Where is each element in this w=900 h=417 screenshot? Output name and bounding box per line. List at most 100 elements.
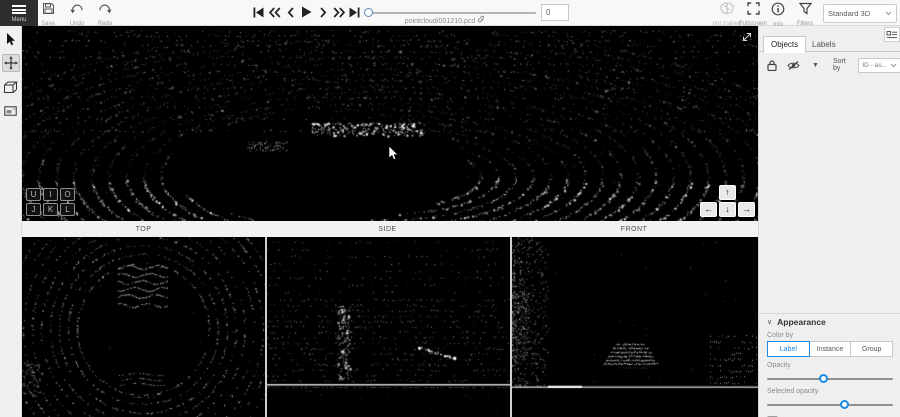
main-3d-view[interactable]: U I O J K L ↑ ← ↓ → [22,26,758,221]
step-backward-icon [287,7,295,18]
select-tool-button[interactable] [2,30,20,48]
step-backward-button[interactable] [284,4,297,20]
key-l-button[interactable]: L [60,203,75,216]
fast-backward-button[interactable] [268,4,281,20]
top-view-label: TOP [22,221,265,237]
fullscreen-icon [747,2,760,20]
selected-opacity-slider[interactable] [767,400,893,409]
pan-right-button[interactable]: → [738,202,755,217]
main-3d-canvas[interactable] [22,26,758,221]
color-by-label: Color by [767,332,893,339]
key-k-button[interactable]: K [43,203,58,216]
key-o-button[interactable]: O [60,188,75,201]
step-forward-icon [319,7,327,18]
undo-button[interactable]: Undo [62,2,92,27]
appearance-section: ∨ Appearance Color by Label Instance Gro… [759,313,900,417]
rotation-keypad: U I O J K L [26,188,75,216]
key-i-button[interactable]: I [43,188,58,201]
front-view-label: FRONT [510,221,758,237]
move-tool-icon [4,56,18,70]
fast-forward-button[interactable] [332,4,345,20]
play-button[interactable] [300,4,313,20]
chevron-down-icon [885,11,892,16]
selected-opacity-label: Selected opacity [767,388,893,395]
color-by-group-button[interactable]: Group [851,341,893,357]
color-by-instance-button[interactable]: Instance [810,341,852,357]
appearance-title: Appearance [777,317,826,327]
selected-opacity-slider-handle[interactable] [840,400,849,409]
attachment-icon [477,15,485,24]
move-tool-button[interactable] [2,54,20,72]
save-label: Save [41,21,55,27]
select-tool-icon [5,32,16,46]
key-j-button[interactable]: J [26,203,41,216]
ml-status-label: not trained [713,21,741,27]
eye-off-icon [787,60,800,71]
save-icon [42,2,55,20]
skip-start-button[interactable] [252,4,265,20]
tab-objects[interactable]: Objects [763,36,806,53]
info-icon [771,2,785,21]
timeline-slider[interactable] [368,12,536,14]
filename: pointcloud/001210.pcd [360,15,530,25]
sort-by-label: Sort by [833,58,854,72]
menu-icon [12,3,26,15]
key-u-button[interactable]: U [26,188,41,201]
sort-select-value: ID - as... [862,62,890,69]
undo-label: Undo [70,21,84,27]
hide-all-button[interactable] [787,60,800,71]
side-view-canvas[interactable] [267,237,510,417]
top-toolbar: Menu Save Undo Redo pointcloud/001210.pc… [0,0,900,26]
pan-left-button[interactable]: ← [700,202,717,217]
frame-number-input[interactable] [541,4,569,21]
pan-down-button[interactable]: ↓ [719,202,736,217]
info-button[interactable]: Info [763,2,793,28]
skip-end-icon [349,7,360,18]
top-view-canvas[interactable] [22,237,265,417]
cursor-icon [388,146,400,167]
cuboid-tool-icon [3,81,18,94]
side-view-label: SIDE [265,221,510,237]
opacity-label: Opacity [767,362,893,369]
save-button[interactable]: Save [33,2,63,27]
opacity-slider-handle[interactable] [819,374,828,383]
redo-label: Redo [98,21,112,27]
brain-icon [719,2,735,20]
info-label: Info [773,22,783,28]
pan-arrow-pad: ↑ ← ↓ → [700,183,755,217]
front-view-canvas[interactable] [512,237,758,417]
left-tool-sidebar [0,26,22,417]
panel-tabs: Objects Labels [759,36,900,52]
opacity-slider[interactable] [767,374,893,383]
view-mode-value: Standard 3D [828,9,885,18]
lock-all-button[interactable] [767,60,777,71]
filters-label: Filters [797,21,813,27]
sort-select[interactable]: ID - as... [858,58,900,73]
skip-start-icon [253,7,264,18]
objects-toolbar: ▼ Sort by ID - as... [759,56,900,74]
appearance-header[interactable]: ∨ Appearance [767,317,893,327]
ortho-view-labels: TOP SIDE FRONT [22,221,758,237]
filter-icon [799,2,812,20]
image-overlay-tool-button[interactable] [2,102,20,120]
collapse-chevron-icon: ∨ [767,318,772,326]
expand-icon [741,31,753,43]
tab-labels[interactable]: Labels [805,36,843,52]
filters-button[interactable]: Filters [790,2,820,27]
step-forward-button[interactable] [316,4,329,20]
color-by-label-button[interactable]: Label [767,341,810,357]
expand-view-button[interactable] [741,30,753,48]
menu-label: Menu [11,17,26,23]
view-mode-select[interactable]: Standard 3D [823,4,897,23]
image-overlay-icon [4,106,17,116]
undo-icon [70,2,84,20]
cuboid-tool-button[interactable] [2,78,20,96]
redo-button[interactable]: Redo [90,2,120,27]
caret-down-icon[interactable]: ▼ [812,62,819,69]
fast-forward-icon [333,7,345,18]
opacity-slider-track [767,378,893,380]
color-by-segmented-control: Label Instance Group [767,341,893,357]
ortho-views-row [22,237,758,417]
pan-up-button[interactable]: ↑ [719,185,736,200]
lock-icon [767,60,777,71]
